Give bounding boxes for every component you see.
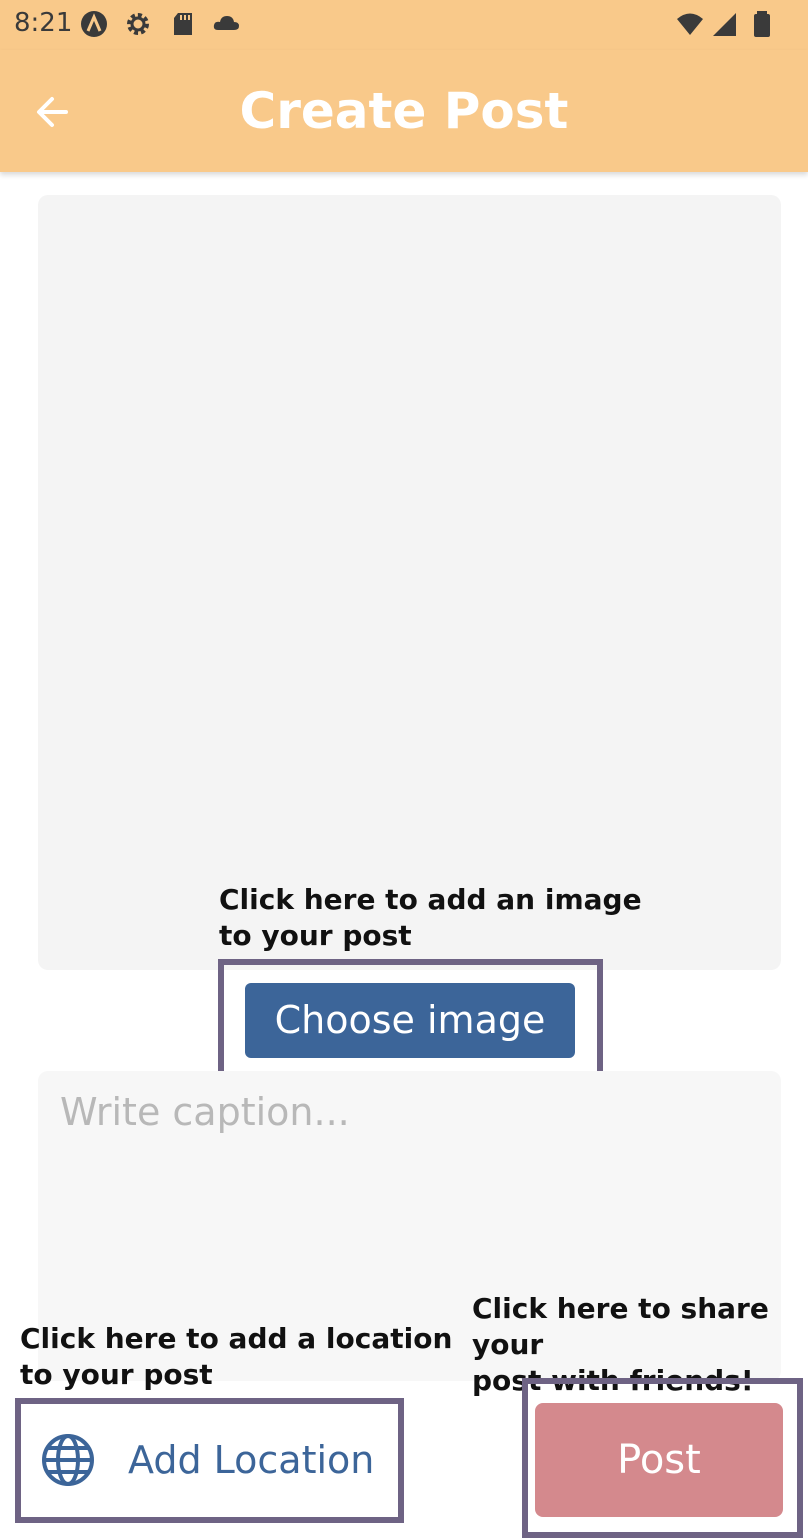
image-preview	[38, 195, 781, 970]
signal-icon	[713, 13, 736, 36]
choose-image-button[interactable]: Choose image	[245, 983, 575, 1058]
caption-input[interactable]	[58, 1089, 762, 1135]
choose-image-hint: Click here to add an image to your post	[219, 883, 642, 952]
globe-icon	[42, 1434, 94, 1486]
cloud-icon	[213, 16, 239, 30]
app-bar: Create Post	[0, 50, 808, 172]
app-a-icon	[81, 11, 107, 37]
settings-gear-icon	[127, 13, 149, 35]
add-location-button[interactable]: Add Location	[22, 1404, 394, 1516]
status-bar: 8:21	[0, 0, 808, 50]
page-title: Create Post	[239, 82, 569, 140]
status-time: 8:21	[14, 8, 73, 38]
add-location-hint: Click here to add a location to your pos…	[20, 1322, 453, 1391]
battery-icon	[754, 11, 770, 37]
post-button[interactable]: Post	[535, 1403, 783, 1517]
add-location-label: Add Location	[128, 1438, 375, 1482]
sd-card-icon	[174, 13, 192, 35]
wifi-icon	[677, 13, 703, 35]
